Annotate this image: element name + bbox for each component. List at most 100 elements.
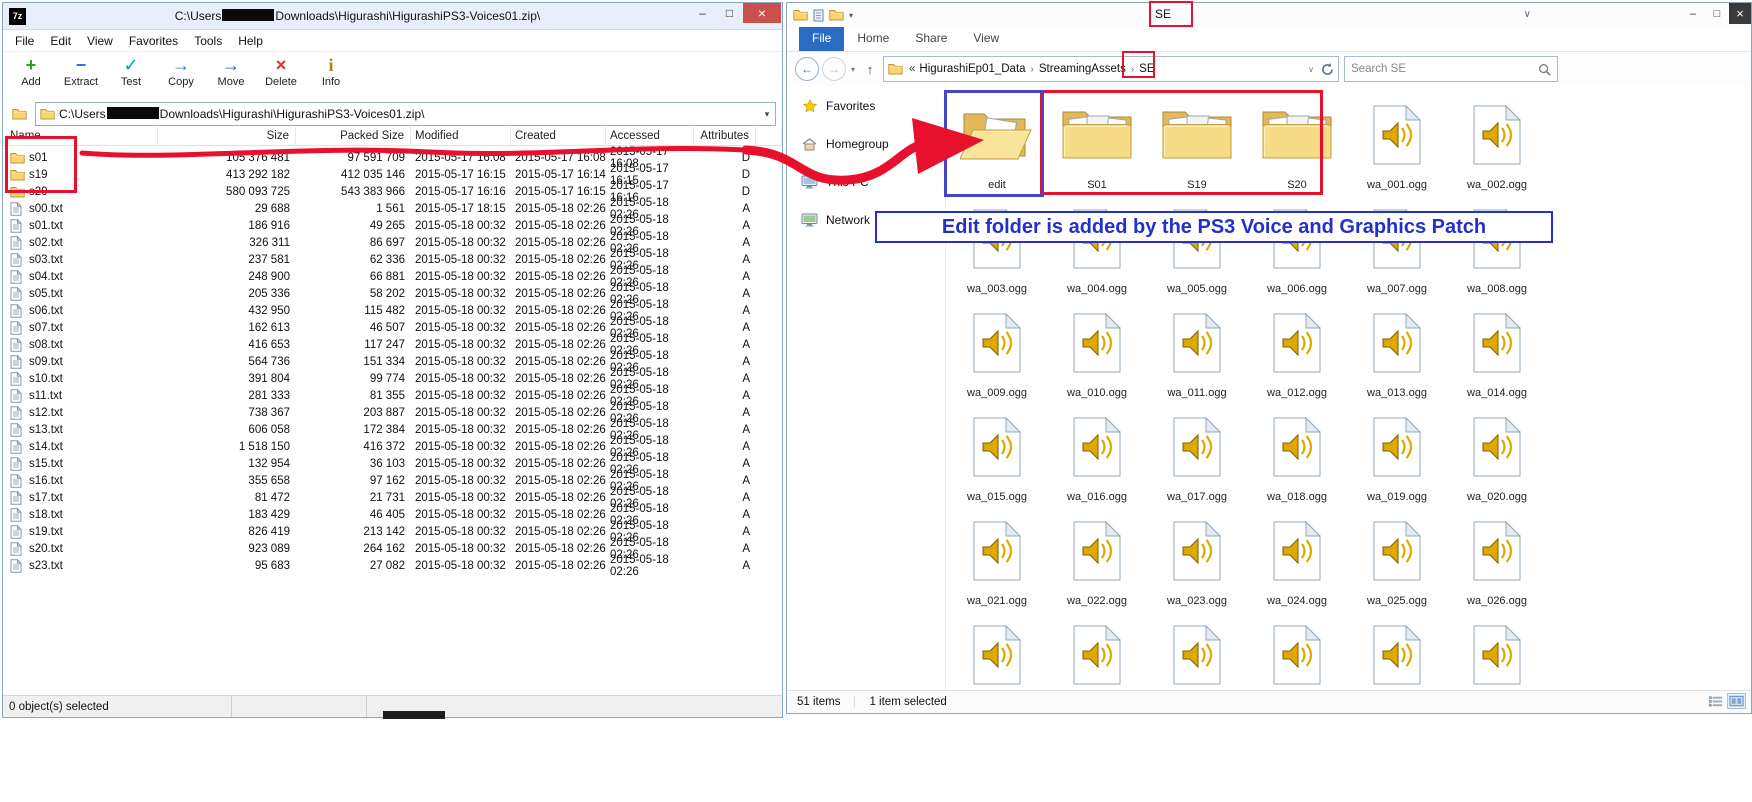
ribbon-tab-home[interactable]: Home — [844, 27, 902, 51]
column-header-size[interactable]: Size — [158, 127, 296, 145]
file-tile-wa-018-ogg[interactable]: wa_018.ogg — [1247, 403, 1347, 507]
column-header-modified[interactable]: Modified — [411, 127, 511, 145]
qat-newfolder-icon[interactable] — [829, 9, 844, 21]
file-tile-wa-009-ogg[interactable]: wa_009.ogg — [947, 299, 1047, 403]
close-button[interactable]: × — [1729, 3, 1751, 24]
toolbar-extract-button[interactable]: −Extract — [61, 55, 101, 88]
file-row[interactable]: s12.txt738 367203 8872015-05-18 00:32201… — [3, 401, 782, 418]
file-row[interactable]: s08.txt416 653117 2472015-05-18 00:32201… — [3, 333, 782, 350]
toolbar-info-button[interactable]: iInfo — [311, 55, 351, 88]
toolbar-move-button[interactable]: →Move — [211, 55, 251, 88]
file-row[interactable]: s01.txt186 91649 2652015-05-18 00:322015… — [3, 214, 782, 231]
file-tile[interactable] — [947, 611, 1047, 691]
file-tile-wa-012-ogg[interactable]: wa_012.ogg — [1247, 299, 1347, 403]
file-tile-wa-002-ogg[interactable]: wa_002.ogg — [1447, 91, 1547, 195]
file-tile-wa-017-ogg[interactable]: wa_017.ogg — [1147, 403, 1247, 507]
file-row[interactable]: s11.txt281 33381 3552015-05-18 00:322015… — [3, 384, 782, 401]
file-row[interactable]: s19413 292 182412 035 1462015-05-17 16:1… — [3, 163, 782, 180]
file-row[interactable]: s02.txt326 31186 6972015-05-18 00:322015… — [3, 231, 782, 248]
file-row[interactable]: s13.txt606 058172 3842015-05-18 00:32201… — [3, 418, 782, 435]
file-row[interactable]: s05.txt205 33658 2022015-05-18 00:322015… — [3, 282, 782, 299]
up-button[interactable]: ↑ — [860, 62, 880, 77]
file-tile-wa-015-ogg[interactable]: wa_015.ogg — [947, 403, 1047, 507]
qat-folder-icon[interactable] — [793, 9, 808, 21]
close-button[interactable]: × — [743, 3, 781, 23]
back-button[interactable]: ← — [795, 57, 819, 81]
ribbon-tab-view[interactable]: View — [960, 27, 1012, 51]
file-tile-wa-010-ogg[interactable]: wa_010.ogg — [1047, 299, 1147, 403]
sidebar-item-homegroup[interactable]: Homegroup — [787, 133, 945, 155]
menu-item-favorites[interactable]: Favorites — [121, 32, 186, 50]
maximize-button[interactable]: □ — [716, 3, 743, 23]
column-header-packed-size[interactable]: Packed Size — [296, 127, 411, 145]
recent-locations-icon[interactable]: ▾ — [849, 65, 857, 74]
file-row[interactable]: s19.txt826 419213 1422015-05-18 00:32201… — [3, 520, 782, 537]
address-bar[interactable]: «HigurashiEp01_Data›StreamingAssets›SE ∨ — [883, 56, 1339, 82]
file-row[interactable]: s17.txt81 47221 7312015-05-18 00:322015-… — [3, 486, 782, 503]
maximize-button[interactable]: □ — [1705, 3, 1729, 24]
file-tile-wa-019-ogg[interactable]: wa_019.ogg — [1347, 403, 1447, 507]
refresh-icon[interactable] — [1321, 63, 1334, 76]
sidebar-item-this-pc[interactable]: This PC — [787, 171, 945, 193]
column-header-created[interactable]: Created — [511, 127, 606, 145]
file-row[interactable]: s01105 376 48197 591 7092015-05-17 16:08… — [3, 146, 782, 163]
file-tile[interactable] — [1247, 611, 1347, 691]
menu-item-help[interactable]: Help — [230, 32, 271, 50]
file-row[interactable]: s14.txt1 518 150416 3722015-05-18 00:322… — [3, 435, 782, 452]
file-row[interactable]: s18.txt183 42946 4052015-05-18 00:322015… — [3, 503, 782, 520]
file-tile-wa-014-ogg[interactable]: wa_014.ogg — [1447, 299, 1547, 403]
file-row[interactable]: s16.txt355 65897 1622015-05-18 00:322015… — [3, 469, 782, 486]
column-header-accessed[interactable]: Accessed — [606, 127, 694, 145]
file-row[interactable]: s00.txt29 6881 5612015-05-17 18:152015-0… — [3, 197, 782, 214]
file-tile[interactable] — [1447, 611, 1547, 691]
file-tile-wa-011-ogg[interactable]: wa_011.ogg — [1147, 299, 1247, 403]
file-tile-wa-026-ogg[interactable]: wa_026.ogg — [1447, 507, 1547, 611]
file-row[interactable]: s15.txt132 95436 1032015-05-18 00:322015… — [3, 452, 782, 469]
menu-item-edit[interactable]: Edit — [42, 32, 79, 50]
toolbar-test-button[interactable]: ✓Test — [111, 55, 151, 88]
details-view-button[interactable] — [1707, 694, 1724, 708]
address-dropdown-icon[interactable]: ▾ — [759, 109, 775, 120]
sidebar-item-favorites[interactable]: Favorites — [787, 95, 945, 117]
file-tile-wa-001-ogg[interactable]: wa_001.ogg — [1347, 91, 1447, 195]
search-icon[interactable] — [1538, 63, 1551, 76]
up-level-button[interactable] — [9, 104, 29, 124]
file-tile[interactable] — [1047, 611, 1147, 691]
7zip-titlebar[interactable]: 7z C:\UsersDownloads\Higurashi\Higurashi… — [3, 3, 782, 30]
file-tile-wa-024-ogg[interactable]: wa_024.ogg — [1247, 507, 1347, 611]
column-header-attributes[interactable]: Attributes — [694, 127, 756, 145]
file-tile-wa-023-ogg[interactable]: wa_023.ogg — [1147, 507, 1247, 611]
breadcrumb-item-streamingassets[interactable]: StreamingAssets — [1037, 63, 1128, 75]
ribbon-collapse-icon[interactable]: ∨ — [1524, 9, 1531, 20]
address-history-icon[interactable]: ∨ — [1306, 65, 1316, 74]
file-row[interactable]: s09.txt564 736151 3342015-05-18 00:32201… — [3, 350, 782, 367]
file-row[interactable]: s10.txt391 80499 7742015-05-18 00:322015… — [3, 367, 782, 384]
file-tile-wa-022-ogg[interactable]: wa_022.ogg — [1047, 507, 1147, 611]
search-box[interactable]: Search SE — [1344, 56, 1558, 82]
breadcrumb-item-higurashiep01_data[interactable]: HigurashiEp01_Data — [917, 63, 1027, 75]
file-row[interactable]: s20580 093 725543 383 9662015-05-17 16:1… — [3, 180, 782, 197]
file-tile-wa-016-ogg[interactable]: wa_016.ogg — [1047, 403, 1147, 507]
file-row[interactable]: s23.txt95 68327 0822015-05-18 00:322015-… — [3, 554, 782, 571]
file-tile[interactable] — [1147, 611, 1247, 691]
minimize-button[interactable]: – — [689, 3, 716, 23]
ribbon-tab-share[interactable]: Share — [902, 27, 960, 51]
qat-chevron-icon[interactable]: ▾ — [849, 11, 853, 20]
breadcrumb-overflow[interactable]: « — [907, 63, 917, 75]
explorer-titlebar[interactable]: ▾ SE – □ × — [787, 3, 1751, 27]
file-tile[interactable] — [1347, 611, 1447, 691]
address-bar[interactable]: C:\UsersDownloads\Higurashi\HigurashiPS3… — [35, 102, 776, 126]
file-tile-wa-025-ogg[interactable]: wa_025.ogg — [1347, 507, 1447, 611]
forward-button[interactable]: → — [822, 57, 846, 81]
toolbar-delete-button[interactable]: ×Delete — [261, 55, 301, 88]
file-row[interactable]: s03.txt237 58162 3362015-05-18 00:322015… — [3, 248, 782, 265]
toolbar-copy-button[interactable]: →Copy — [161, 55, 201, 88]
menu-item-view[interactable]: View — [79, 32, 121, 50]
file-row[interactable]: s20.txt923 089264 1622015-05-18 00:32201… — [3, 537, 782, 554]
qat-properties-icon[interactable] — [813, 9, 824, 22]
file-tile-wa-020-ogg[interactable]: wa_020.ogg — [1447, 403, 1547, 507]
file-tile-wa-021-ogg[interactable]: wa_021.ogg — [947, 507, 1047, 611]
file-tile-wa-013-ogg[interactable]: wa_013.ogg — [1347, 299, 1447, 403]
menu-item-tools[interactable]: Tools — [186, 32, 230, 50]
ribbon-tab-file[interactable]: File — [799, 27, 844, 51]
